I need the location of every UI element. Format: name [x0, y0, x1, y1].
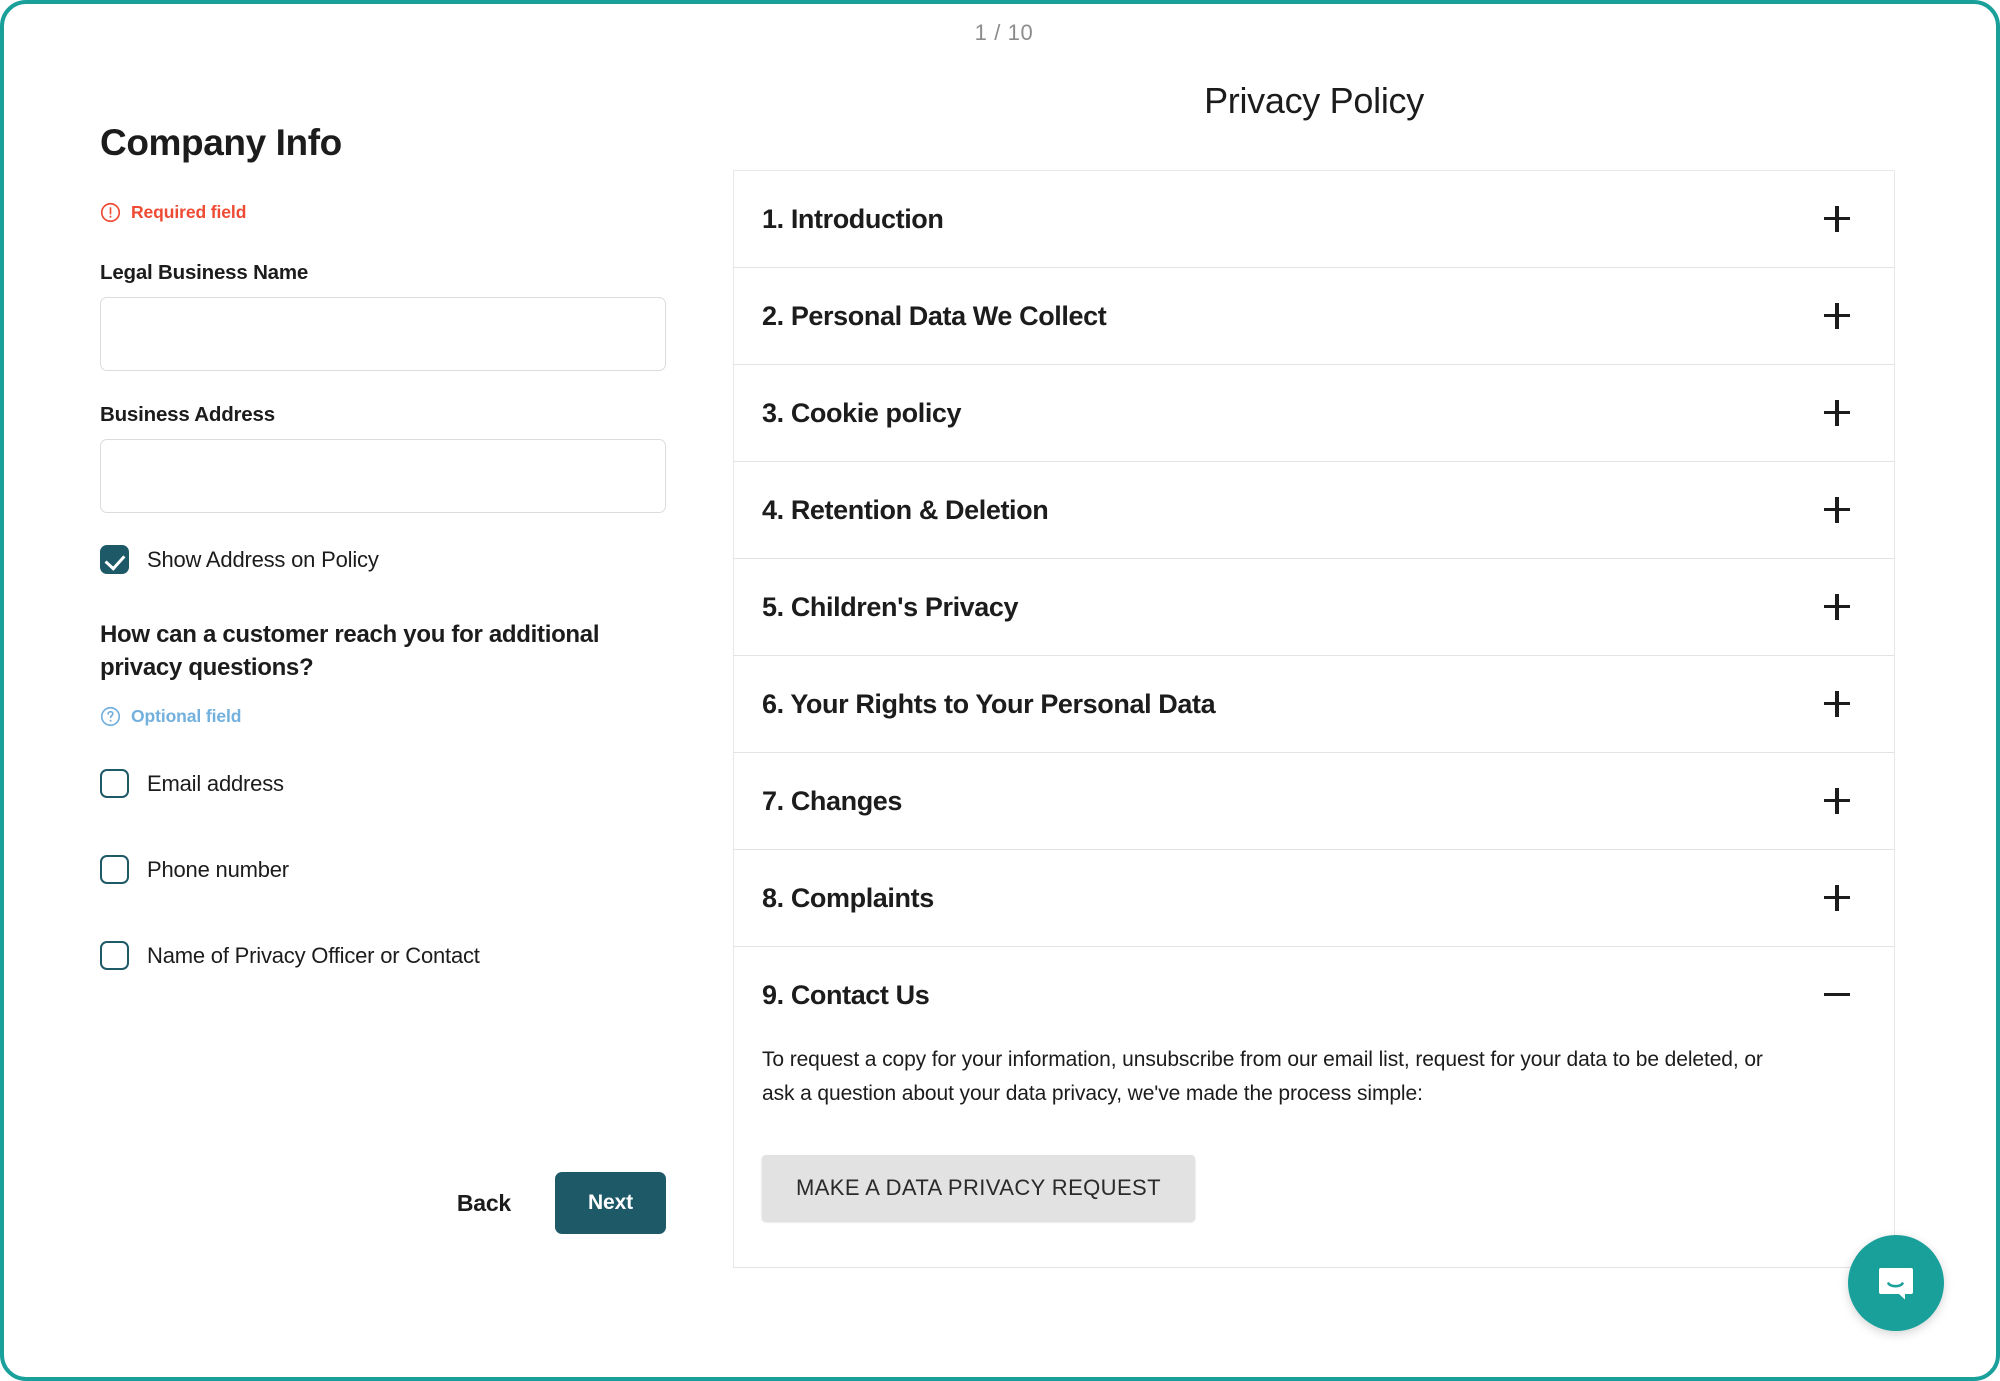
- show-address-checkbox-row[interactable]: Show Address on Policy: [100, 545, 700, 574]
- accordion-item-3: 3. Cookie policy: [734, 365, 1894, 462]
- minus-icon[interactable]: [1824, 982, 1850, 1008]
- accordion-item-2: 2. Personal Data We Collect: [734, 268, 1894, 365]
- accordion-header-7[interactable]: 7. Changes: [734, 753, 1894, 849]
- contact-option-privacy-officer[interactable]: Name of Privacy Officer or Contact: [100, 941, 700, 971]
- accordion-item-1: 1. Introduction: [734, 171, 1894, 268]
- accordion-item-8: 8. Complaints: [734, 850, 1894, 947]
- privacy-officer-label: Name of Privacy Officer or Contact: [147, 942, 480, 968]
- plus-icon[interactable]: [1824, 497, 1850, 523]
- accordion-title-6: 6. Your Rights to Your Personal Data: [762, 688, 1216, 719]
- company-info-form: Company Info Required field Legal Busine…: [100, 122, 700, 971]
- optional-field-hint: Optional field: [100, 706, 700, 727]
- accordion-body-9: To request a copy for your information, …: [734, 1043, 1894, 1267]
- phone-number-label: Phone number: [147, 856, 289, 882]
- plus-icon[interactable]: [1824, 400, 1850, 426]
- accordion-header-5[interactable]: 5. Children's Privacy: [734, 559, 1894, 655]
- make-data-privacy-request-button[interactable]: MAKE A DATA PRIVACY REQUEST: [762, 1155, 1195, 1222]
- exclamation-circle-icon: [100, 202, 121, 223]
- plus-icon[interactable]: [1824, 206, 1850, 232]
- accordion-header-4[interactable]: 4. Retention & Deletion: [734, 462, 1894, 558]
- contact-us-paragraph: To request a copy for your information, …: [762, 1048, 1763, 1106]
- question-circle-icon: [100, 706, 121, 727]
- email-address-label: Email address: [147, 770, 284, 796]
- policy-accordion: 1. Introduction 2. Personal Data We Coll…: [733, 170, 1895, 1269]
- required-field-label: Required field: [131, 202, 247, 222]
- page-title: Company Info: [100, 122, 342, 163]
- contact-option-phone[interactable]: Phone number: [100, 855, 700, 885]
- accordion-header-8[interactable]: 8. Complaints: [734, 850, 1894, 946]
- business-address-field: Business Address: [100, 403, 700, 513]
- chat-bubble-icon: [1873, 1259, 1919, 1308]
- legal-business-name-label: Legal Business Name: [100, 261, 309, 284]
- plus-icon[interactable]: [1824, 691, 1850, 717]
- back-button[interactable]: Back: [457, 1190, 511, 1217]
- plus-icon[interactable]: [1824, 594, 1850, 620]
- accordion-title-7: 7. Changes: [762, 785, 903, 816]
- contact-question: How can a customer reach you for additio…: [100, 621, 600, 682]
- plus-icon[interactable]: [1824, 303, 1850, 329]
- privacy-policy-preview: Privacy Policy 1. Introduction 2. Person…: [733, 80, 1895, 1269]
- business-address-input[interactable]: [100, 439, 666, 513]
- accordion-header-2[interactable]: 2. Personal Data We Collect: [734, 268, 1894, 364]
- accordion-item-9: 9. Contact Us To request a copy for your…: [734, 947, 1894, 1269]
- accordion-header-1[interactable]: 1. Introduction: [734, 171, 1894, 267]
- legal-business-name-input[interactable]: [100, 297, 666, 371]
- plus-icon[interactable]: [1824, 788, 1850, 814]
- legal-business-name-field: Legal Business Name: [100, 261, 700, 371]
- show-address-label: Show Address on Policy: [147, 546, 379, 572]
- accordion-title-5: 5. Children's Privacy: [762, 591, 1019, 622]
- accordion-title-3: 3. Cookie policy: [762, 397, 962, 428]
- contact-options-list: Email address Phone number Name of Priva…: [100, 769, 700, 971]
- plus-icon[interactable]: [1824, 885, 1850, 911]
- accordion-item-7: 7. Changes: [734, 753, 1894, 850]
- privacy-officer-checkbox[interactable]: [100, 941, 129, 971]
- required-field-hint: Required field: [100, 202, 700, 223]
- accordion-title-8: 8. Complaints: [762, 882, 934, 913]
- contact-option-email[interactable]: Email address: [100, 769, 700, 799]
- phone-number-checkbox[interactable]: [100, 855, 129, 885]
- accordion-header-6[interactable]: 6. Your Rights to Your Personal Data: [734, 656, 1894, 752]
- accordion-title-9: 9. Contact Us: [762, 979, 930, 1010]
- app-frame: 1 / 10 Company Info Required field Legal…: [0, 0, 2000, 1381]
- accordion-header-9[interactable]: 9. Contact Us: [734, 947, 1894, 1043]
- chat-launcher-button[interactable]: [1848, 1235, 1944, 1331]
- page-counter: 1 / 10: [974, 20, 1034, 45]
- accordion-title-4: 4. Retention & Deletion: [762, 494, 1049, 525]
- accordion-item-5: 5. Children's Privacy: [734, 559, 1894, 656]
- policy-title: Privacy Policy: [1204, 80, 1424, 121]
- optional-field-label: Optional field: [131, 706, 242, 727]
- form-navigation: Back Next: [100, 1172, 666, 1234]
- accordion-title-2: 2. Personal Data We Collect: [762, 300, 1107, 331]
- accordion-header-3[interactable]: 3. Cookie policy: [734, 365, 1894, 461]
- accordion-title-1: 1. Introduction: [762, 203, 944, 234]
- email-address-checkbox[interactable]: [100, 769, 129, 799]
- business-address-label: Business Address: [100, 403, 275, 426]
- show-address-checkbox[interactable]: [100, 545, 129, 574]
- next-button[interactable]: Next: [555, 1172, 666, 1234]
- accordion-item-4: 4. Retention & Deletion: [734, 462, 1894, 559]
- accordion-item-6: 6. Your Rights to Your Personal Data: [734, 656, 1894, 753]
